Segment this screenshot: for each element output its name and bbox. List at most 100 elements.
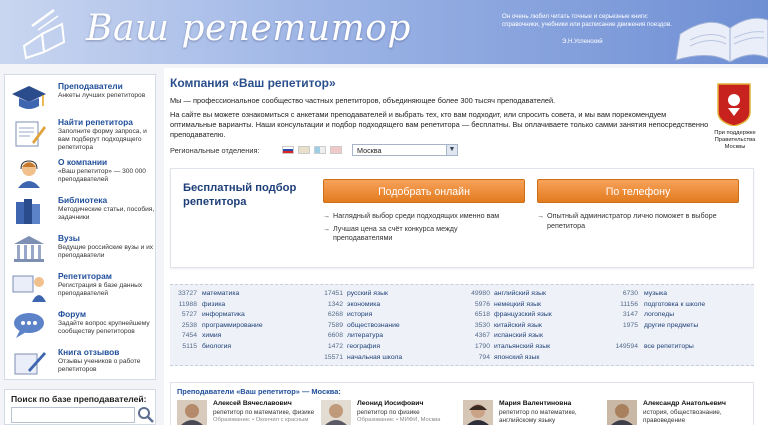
subject-row[interactable]: 794 японский язык: [460, 354, 600, 365]
subject-link[interactable]: музыка: [644, 290, 667, 297]
subject-row[interactable]: 3530 китайский язык: [460, 322, 600, 333]
subject-count: 794: [478, 353, 490, 361]
subject-link[interactable]: география: [347, 343, 380, 350]
tutor-card[interactable]: Мария Валентиновна репетитор по математи…: [463, 400, 603, 425]
subject-link[interactable]: биология: [202, 343, 231, 350]
subject-row[interactable]: 6730 музыка: [606, 290, 752, 301]
sidebar-item-desc: Заполните форму запроса, и вам подберут …: [58, 128, 147, 151]
subject-row[interactable]: 7589 обществознание: [315, 322, 455, 333]
site-title[interactable]: Ваш репетитор: [86, 8, 411, 49]
graduation-cap-icon: [12, 86, 46, 109]
subject-link[interactable]: японский язык: [494, 354, 539, 361]
moscow-emblem-icon[interactable]: [716, 82, 752, 126]
subject-link[interactable]: информатика: [202, 311, 245, 318]
tutor-name[interactable]: Александр Анатольевич: [643, 400, 726, 407]
subject-link[interactable]: начальная школа: [347, 354, 402, 361]
list-item: Опытный администратор лично поможет в вы…: [537, 211, 727, 230]
tutor-name[interactable]: Алексей Вячеславович: [213, 400, 292, 407]
subject-row[interactable]: 17451 русский язык: [315, 290, 455, 301]
sidebar-item-title[interactable]: Библиотека: [58, 195, 107, 205]
tutor-card[interactable]: Леонид Иосифович репетитор по физике Обр…: [321, 400, 461, 425]
subject-link[interactable]: логопеды: [644, 311, 674, 318]
sidebar-item-universities[interactable]: Вузы Ведущие российские вузы и их препод…: [5, 231, 157, 269]
subject-count: 5115: [182, 342, 197, 350]
sidebar-item-find[interactable]: Найти репетитора Заполните форму запроса…: [5, 115, 157, 153]
subject-row[interactable]: 33727 математика: [172, 290, 312, 301]
subject-link[interactable]: итальянский язык: [494, 343, 550, 350]
subject-link[interactable]: экономика: [347, 301, 380, 308]
subject-link[interactable]: испанский язык: [494, 332, 543, 339]
tutor-photo[interactable]: [463, 400, 493, 425]
subject-link[interactable]: русский язык: [347, 290, 388, 297]
by-phone-button[interactable]: По телефону: [537, 179, 739, 203]
subject-link[interactable]: другие предметы: [644, 322, 698, 329]
tutor-name[interactable]: Леонид Иосифович: [357, 400, 423, 407]
select-online-button[interactable]: Подобрать онлайн: [323, 179, 525, 203]
subject-link[interactable]: математика: [202, 290, 239, 297]
sidebar-item-title[interactable]: Книга отзывов: [58, 347, 119, 357]
subject-link[interactable]: подготовка к школе: [644, 301, 705, 308]
city-select[interactable]: Москва ▼: [352, 144, 458, 156]
subject-link[interactable]: все репетиторы: [644, 343, 694, 350]
sidebar-item-for-tutors[interactable]: Репетиторам Регистрация в базе данных пр…: [5, 269, 157, 307]
sidebar-item-title[interactable]: Вузы: [58, 233, 80, 243]
sidebar-item-title[interactable]: О компании: [58, 157, 107, 167]
tutor-card[interactable]: Александр Анатольевич история, обществоз…: [607, 400, 747, 425]
subject-row[interactable]: 1790 итальянский язык: [460, 343, 600, 354]
subject-row[interactable]: 5115 биология: [172, 343, 312, 354]
list-item: Лучшая цена за счёт конкурса между препо…: [323, 224, 503, 243]
sidebar-item-title[interactable]: Найти репетитора: [58, 117, 133, 127]
subject-row[interactable]: 7454 химия: [172, 332, 312, 343]
subject-row[interactable]: 5976 немецкий язык: [460, 301, 600, 312]
subject-link[interactable]: литература: [347, 332, 383, 339]
subject-row[interactable]: 5727 информатика: [172, 311, 312, 322]
subject-row[interactable]: 2538 программирование: [172, 322, 312, 333]
subject-link[interactable]: обществознание: [347, 322, 400, 329]
sidebar-item-title[interactable]: Преподаватели: [58, 81, 123, 91]
subject-link[interactable]: история: [347, 311, 372, 318]
subject-row[interactable]: 4367 испанский язык: [460, 332, 600, 343]
subject-row[interactable]: 11156 подготовка к школе: [606, 301, 752, 312]
search-input[interactable]: [11, 407, 135, 423]
subject-row[interactable]: 1975 другие предметы: [606, 322, 752, 333]
sidebar-item-reviews[interactable]: Книга отзывов Отзывы учеников о работе р…: [5, 345, 157, 383]
subject-link[interactable]: немецкий язык: [494, 301, 541, 308]
subject-row[interactable]: 3147 логопеды: [606, 311, 752, 322]
tutor-photo[interactable]: [177, 400, 207, 425]
subject-link[interactable]: английский язык: [494, 290, 546, 297]
tutors-heading[interactable]: Преподаватели «Ваш репетитор» — Москва:: [177, 387, 341, 396]
tutor-photo[interactable]: [607, 400, 637, 425]
flag-russia-icon[interactable]: [282, 146, 294, 154]
tutor-photo[interactable]: [321, 400, 351, 425]
search-icon[interactable]: [137, 406, 155, 424]
subject-row[interactable]: 11988 физика: [172, 301, 312, 312]
subject-link[interactable]: китайский язык: [494, 322, 542, 329]
book-logo-icon[interactable]: [18, 6, 72, 60]
subject-row[interactable]: 149594 все репетиторы: [606, 343, 752, 354]
subject-row[interactable]: 1342 экономика: [315, 301, 455, 312]
flag-region-icon[interactable]: [330, 146, 342, 154]
subjects-column: 6730 музыка 11156 подготовка к школе 3147 л…: [606, 290, 752, 354]
tutor-card[interactable]: Алексей Вячеславович репетитор по матема…: [177, 400, 317, 425]
subject-row[interactable]: 6608 литература: [315, 332, 455, 343]
subject-link[interactable]: химия: [202, 332, 221, 339]
tutor-name[interactable]: Мария Валентиновна: [499, 400, 571, 407]
subject-row[interactable]: 1472 география: [315, 343, 455, 354]
sidebar-item-library[interactable]: Библиотека Методические статьи, пособия,…: [5, 193, 157, 231]
chevron-down-icon[interactable]: ▼: [446, 145, 457, 155]
sidebar-item-about[interactable]: О компании «Ваш репетитор» — 300 000 пре…: [5, 155, 157, 193]
sidebar-item-title[interactable]: Форум: [58, 309, 86, 319]
flag-region-icon[interactable]: [298, 146, 310, 154]
subject-link[interactable]: программирование: [202, 322, 263, 329]
subject-count: 2538: [181, 321, 197, 329]
subject-link[interactable]: физика: [202, 301, 225, 308]
sidebar-item-forum[interactable]: Форум Задайте вопрос крупнейшему сообщес…: [5, 307, 157, 345]
sidebar-item-teachers[interactable]: Преподаватели Анкеты лучших репетиторов: [5, 79, 157, 117]
subject-link[interactable]: французский язык: [494, 311, 552, 318]
subject-row[interactable]: 49980 английский язык: [460, 290, 600, 301]
subject-row[interactable]: 6268 история: [315, 311, 455, 322]
flag-region-icon[interactable]: [314, 146, 326, 154]
sidebar-item-title[interactable]: Репетиторам: [58, 271, 112, 281]
subject-row[interactable]: 6518 французский язык: [460, 311, 600, 322]
subject-row[interactable]: 15571 начальная школа: [315, 354, 455, 365]
